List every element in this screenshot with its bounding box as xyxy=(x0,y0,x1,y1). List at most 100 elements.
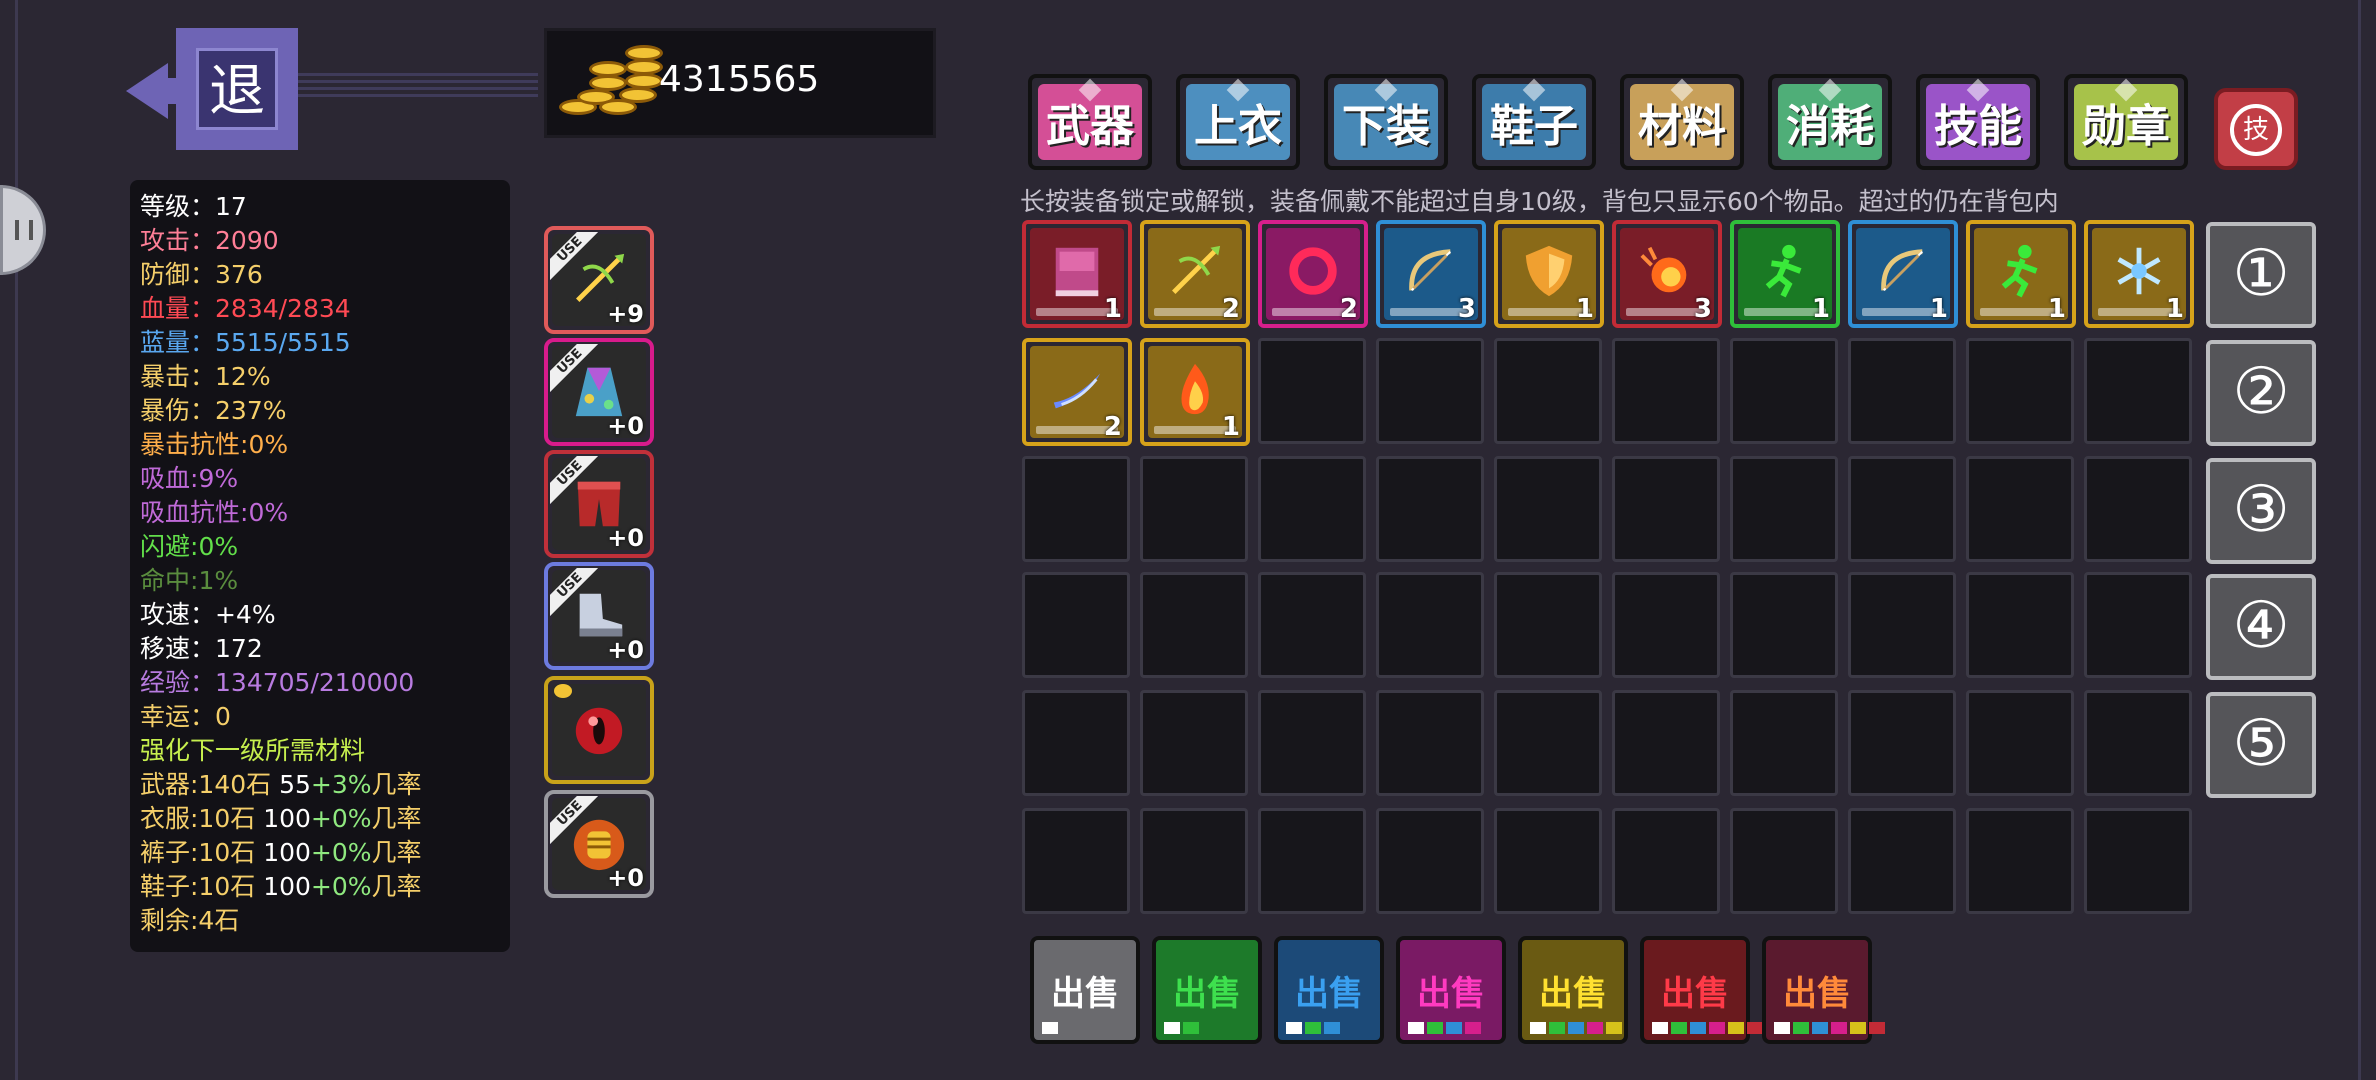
empty-slot[interactable] xyxy=(1966,456,2074,562)
sell-button-3[interactable]: 出售 xyxy=(1274,936,1384,1044)
empty-slot[interactable] xyxy=(1966,690,2074,796)
empty-slot[interactable] xyxy=(1258,808,1366,914)
inventory-item[interactable]: 1 xyxy=(1730,220,1840,328)
tab-6[interactable]: 技能 xyxy=(1916,74,2040,170)
empty-slot[interactable] xyxy=(1730,572,1838,678)
empty-slot[interactable] xyxy=(1730,456,1838,562)
tab-3[interactable]: 鞋子 xyxy=(1472,74,1596,170)
sell-button-4[interactable]: 出售 xyxy=(1396,936,1506,1044)
sell-button-6[interactable]: 出售 xyxy=(1640,936,1763,1044)
inventory-item[interactable]: 3 xyxy=(1376,220,1486,328)
empty-slot[interactable] xyxy=(1376,338,1484,444)
empty-slot[interactable] xyxy=(1376,808,1484,914)
inventory-item[interactable]: 2 xyxy=(1022,338,1132,446)
inventory-item[interactable]: 1 xyxy=(2084,220,2194,328)
sell-button-7[interactable]: 出售 xyxy=(1762,936,1885,1044)
sell-button-1[interactable]: 出售 xyxy=(1030,936,1140,1044)
tab-2[interactable]: 下装 xyxy=(1324,74,1448,170)
equipped-medal-slot[interactable]: USE +0 xyxy=(544,790,654,898)
empty-slot[interactable] xyxy=(1258,690,1366,796)
equipped-weapon-slot[interactable]: USE +9 xyxy=(544,226,654,334)
gold-amount: 4315565 xyxy=(659,59,820,100)
empty-slot[interactable] xyxy=(1730,808,1838,914)
inventory-item[interactable]: 3 xyxy=(1612,220,1722,328)
empty-slot[interactable] xyxy=(1258,456,1366,562)
stat-value: 0% xyxy=(198,532,239,561)
empty-slot[interactable] xyxy=(1376,572,1484,678)
empty-slot[interactable] xyxy=(1494,808,1602,914)
empty-slot[interactable] xyxy=(1022,572,1130,678)
equipped-shoes-slot[interactable]: USE +0 xyxy=(544,562,654,670)
empty-slot[interactable] xyxy=(1848,808,1956,914)
rarity-dot xyxy=(1587,1022,1603,1034)
use-badge-label: USE xyxy=(550,796,598,844)
empty-slot[interactable] xyxy=(2084,808,2192,914)
inventory-item[interactable]: 1 xyxy=(1966,220,2076,328)
page-button-5[interactable]: ⑤ xyxy=(2206,692,2316,798)
page-button-2[interactable]: ② xyxy=(2206,340,2316,446)
empty-slot[interactable] xyxy=(2084,456,2192,562)
empty-slot[interactable] xyxy=(1494,572,1602,678)
inventory-item[interactable]: 2 xyxy=(1140,220,1250,328)
empty-slot[interactable] xyxy=(1258,572,1366,678)
skill-refresh-button[interactable]: 技 xyxy=(2214,88,2298,170)
page-button-4[interactable]: ④ xyxy=(2206,574,2316,680)
item-count: 1 xyxy=(2165,294,2184,324)
empty-slot[interactable] xyxy=(1494,456,1602,562)
upgrade-base-rate: 100 xyxy=(263,872,311,901)
empty-slot[interactable] xyxy=(2084,690,2192,796)
rarity-dot xyxy=(1774,1022,1790,1034)
rarity-dot xyxy=(1183,1022,1199,1034)
empty-slot[interactable] xyxy=(2084,572,2192,678)
empty-slot[interactable] xyxy=(1730,690,1838,796)
page-button-3[interactable]: ③ xyxy=(2206,458,2316,564)
empty-slot[interactable] xyxy=(1848,690,1956,796)
empty-slot[interactable] xyxy=(1966,808,2074,914)
stat-row: 经验：134705/210000 xyxy=(140,666,500,700)
tab-7[interactable]: 勋章 xyxy=(2064,74,2188,170)
back-button[interactable]: 退 xyxy=(126,28,538,150)
tab-0[interactable]: 武器 xyxy=(1028,74,1152,170)
empty-slot[interactable] xyxy=(1612,690,1720,796)
empty-slot[interactable] xyxy=(1494,690,1602,796)
tab-5[interactable]: 消耗 xyxy=(1768,74,1892,170)
empty-slot[interactable] xyxy=(1612,338,1720,444)
empty-slot[interactable] xyxy=(1140,456,1248,562)
tab-4[interactable]: 材料 xyxy=(1620,74,1744,170)
empty-slot[interactable] xyxy=(1140,572,1248,678)
tab-1[interactable]: 上衣 xyxy=(1176,74,1300,170)
inventory-item[interactable]: 1 xyxy=(1848,220,1958,328)
rarity-dot xyxy=(1305,1022,1321,1034)
empty-slot[interactable] xyxy=(1140,690,1248,796)
inventory-item[interactable]: 1 xyxy=(1140,338,1250,446)
empty-slot[interactable] xyxy=(1966,572,2074,678)
inventory-item[interactable]: 1 xyxy=(1494,220,1604,328)
empty-slot[interactable] xyxy=(1022,690,1130,796)
empty-slot[interactable] xyxy=(1022,456,1130,562)
empty-slot[interactable] xyxy=(1612,808,1720,914)
stat-label: 移速： xyxy=(140,634,216,663)
empty-slot[interactable] xyxy=(1376,690,1484,796)
empty-slot[interactable] xyxy=(2084,338,2192,444)
empty-slot[interactable] xyxy=(1730,338,1838,444)
empty-slot[interactable] xyxy=(1494,338,1602,444)
upgrade-suffix: 几率 xyxy=(371,838,422,867)
empty-slot[interactable] xyxy=(1848,456,1956,562)
empty-slot[interactable] xyxy=(1140,808,1248,914)
empty-slot[interactable] xyxy=(1848,572,1956,678)
sell-button-5[interactable]: 出售 xyxy=(1518,936,1628,1044)
empty-slot[interactable] xyxy=(1022,808,1130,914)
sell-button-2[interactable]: 出售 xyxy=(1152,936,1262,1044)
empty-slot[interactable] xyxy=(1848,338,1956,444)
page-button-1[interactable]: ① xyxy=(2206,222,2316,328)
inventory-item[interactable]: 2 xyxy=(1258,220,1368,328)
equipped-armor-slot[interactable]: USE +0 xyxy=(544,338,654,446)
empty-slot[interactable] xyxy=(1612,572,1720,678)
equipped-pants-slot[interactable]: USE +0 xyxy=(544,450,654,558)
equipped-pet-slot[interactable] xyxy=(544,676,654,784)
empty-slot[interactable] xyxy=(1966,338,2074,444)
empty-slot[interactable] xyxy=(1612,456,1720,562)
empty-slot[interactable] xyxy=(1376,456,1484,562)
empty-slot[interactable] xyxy=(1258,338,1366,444)
inventory-item[interactable]: 1 xyxy=(1022,220,1132,328)
